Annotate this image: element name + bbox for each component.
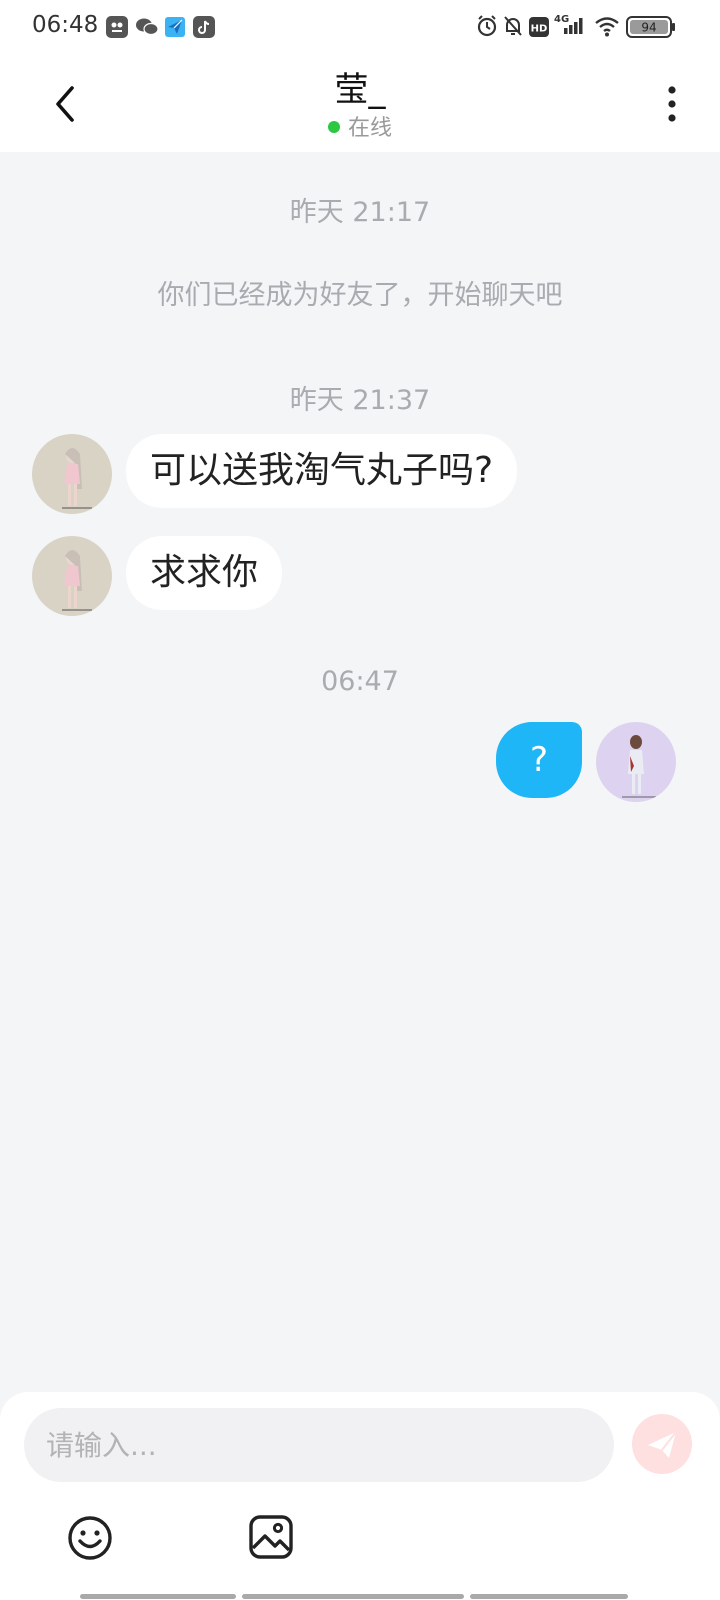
online-dot-icon xyxy=(327,121,340,133)
nav-gesture-bar xyxy=(242,1594,464,1599)
svg-text:94: 94 xyxy=(641,21,656,35)
emoji-button[interactable] xyxy=(66,1514,114,1562)
mute-bell-icon xyxy=(502,14,524,40)
battery-icon: 94 xyxy=(626,16,676,42)
my-avatar[interactable] xyxy=(596,722,676,802)
message-timestamp: 06:47 xyxy=(321,666,399,697)
status-bar: 06:48 HD 4G 94 xyxy=(0,0,720,56)
wechat-icon xyxy=(135,16,159,38)
nav-gesture-bar xyxy=(470,1594,628,1599)
status-time: 06:48 xyxy=(32,12,99,38)
incoming-message-bubble[interactable]: 求求你 xyxy=(126,536,283,610)
message-input[interactable] xyxy=(24,1408,614,1482)
message-timestamp: 昨天 21:37 xyxy=(289,385,431,416)
image-picker-button[interactable] xyxy=(248,1514,294,1560)
tiktok-icon xyxy=(193,16,215,38)
system-notice: 你们已经成为好友了，开始聊天吧 xyxy=(157,280,563,311)
paper-plane-icon xyxy=(648,1431,677,1458)
more-vertical-icon xyxy=(668,86,676,122)
presence-status: 在线 xyxy=(0,110,720,142)
contact-avatar[interactable] xyxy=(32,434,112,514)
send-app-icon xyxy=(164,16,186,38)
avatar-figure-icon xyxy=(32,536,112,616)
incoming-message-bubble[interactable]: 可以送我淘气丸子吗? xyxy=(126,434,518,508)
contact-name: 莹_ xyxy=(334,70,386,110)
hd-icon: HD xyxy=(528,16,550,42)
message-timestamp: 昨天 21:17 xyxy=(289,197,431,228)
outgoing-message-bubble[interactable]: ? xyxy=(496,722,582,798)
image-icon xyxy=(249,1515,293,1559)
avatar-figure-icon xyxy=(32,434,112,514)
wifi-icon xyxy=(594,14,620,40)
contact-avatar[interactable] xyxy=(32,536,112,616)
cellular-signal-icon: 4G xyxy=(554,12,586,38)
presence-label: 在线 xyxy=(347,116,392,141)
svg-text:4G: 4G xyxy=(554,14,569,25)
more-options-button[interactable] xyxy=(660,82,684,126)
chat-header: 莹_ 在线 xyxy=(0,56,720,152)
svg-text:HD: HD xyxy=(531,24,548,35)
scan-app-icon xyxy=(106,16,128,38)
nav-gesture-bar xyxy=(80,1594,236,1599)
composer-panel xyxy=(0,1392,720,1600)
alarm-icon xyxy=(476,14,498,40)
send-button[interactable] xyxy=(632,1414,692,1474)
avatar-figure-icon xyxy=(596,722,676,802)
smiley-icon xyxy=(68,1516,112,1560)
